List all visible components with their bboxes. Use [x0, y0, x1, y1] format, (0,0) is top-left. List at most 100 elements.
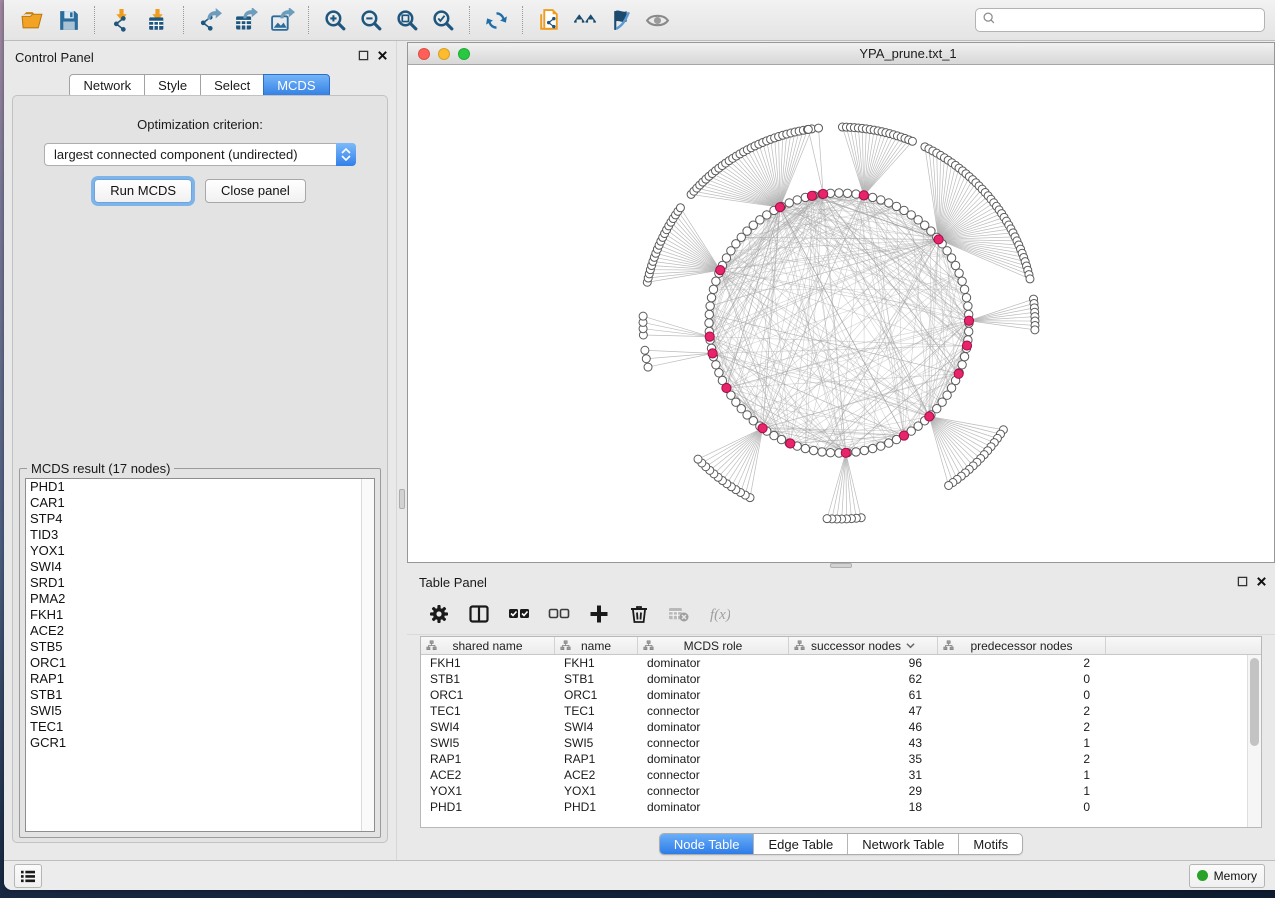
network-node[interactable] [712, 277, 720, 285]
zoom-selected-button[interactable] [425, 3, 461, 37]
mcds-node[interactable] [722, 383, 731, 392]
network-node[interactable] [868, 444, 876, 452]
window-minimize-icon[interactable] [438, 48, 450, 60]
cell-MCDS-role[interactable]: connector [638, 784, 789, 798]
network-node[interactable] [877, 196, 885, 204]
search-box[interactable] [975, 8, 1265, 32]
export-table-button[interactable] [228, 3, 264, 37]
new-network-from-selection-button[interactable] [531, 3, 567, 37]
mcds-list-scrollbar[interactable] [361, 479, 374, 831]
first-neighbors-button[interactable] [567, 3, 603, 37]
run-mcds-button[interactable]: Run MCDS [94, 179, 192, 203]
cell-name[interactable]: PHD1 [555, 800, 638, 814]
network-node[interactable] [951, 261, 959, 269]
mcds-node[interactable] [758, 424, 767, 433]
leaf-node[interactable] [945, 481, 953, 489]
cell-shared-name[interactable]: TEC1 [421, 704, 555, 718]
deselect-all-rows-button[interactable] [543, 599, 575, 629]
cell-predecessor-nodes[interactable]: 2 [938, 752, 1106, 766]
zoom-out-button[interactable] [353, 3, 389, 37]
zoom-in-button[interactable] [317, 3, 353, 37]
mcds-result-item[interactable]: RAP1 [26, 671, 374, 687]
table-row[interactable]: ACE2ACE2connector311 [421, 767, 1247, 783]
cell-successor-nodes[interactable]: 18 [789, 800, 938, 814]
mcds-node[interactable] [964, 316, 973, 325]
table-row[interactable]: RAP1RAP1dominator352 [421, 751, 1247, 767]
cell-MCDS-role[interactable]: dominator [638, 800, 789, 814]
cell-MCDS-role[interactable]: connector [638, 736, 789, 750]
network-canvas[interactable] [408, 65, 1274, 562]
table-settings-button[interactable] [423, 599, 455, 629]
choose-columns-button[interactable] [463, 599, 495, 629]
cell-shared-name[interactable]: SWI4 [421, 720, 555, 734]
mcds-node[interactable] [954, 369, 963, 378]
network-node[interactable] [958, 361, 966, 369]
column-header-MCDS-role[interactable]: MCDS role [638, 637, 789, 654]
vertical-splitter-handle[interactable] [399, 489, 405, 509]
cell-name[interactable]: SWI5 [555, 736, 638, 750]
cell-name[interactable]: TEC1 [555, 704, 638, 718]
table-scrollbar[interactable] [1247, 655, 1261, 827]
leaf-node[interactable] [815, 124, 823, 132]
cell-MCDS-role[interactable]: connector [638, 704, 789, 718]
table-row[interactable]: TEC1TEC1connector472 [421, 703, 1247, 719]
cell-name[interactable]: ORC1 [555, 688, 638, 702]
table-row[interactable]: SWI5SWI5connector431 [421, 735, 1247, 751]
cell-predecessor-nodes[interactable]: 2 [938, 656, 1106, 670]
network-node[interactable] [843, 189, 851, 197]
cell-predecessor-nodes[interactable]: 2 [938, 704, 1106, 718]
leaf-node[interactable] [676, 204, 684, 212]
float-table-panel-button[interactable] [1237, 574, 1248, 592]
delete-column-button[interactable] [623, 599, 655, 629]
cell-name[interactable]: ACE2 [555, 768, 638, 782]
open-session-button[interactable] [14, 3, 50, 37]
tab-motifs[interactable]: Motifs [958, 834, 1022, 854]
network-node[interactable] [955, 269, 963, 277]
window-close-icon[interactable] [418, 48, 430, 60]
cell-predecessor-nodes[interactable]: 0 [938, 672, 1106, 686]
cell-MCDS-role[interactable]: connector [638, 768, 789, 782]
cell-successor-nodes[interactable]: 31 [789, 768, 938, 782]
network-node[interactable] [709, 285, 717, 293]
tab-network-table[interactable]: Network Table [847, 834, 958, 854]
table-row[interactable]: YOX1YOX1connector291 [421, 783, 1247, 799]
search-input[interactable] [1000, 13, 1258, 27]
vertical-splitter[interactable] [396, 41, 407, 860]
panel-menu-button[interactable] [14, 864, 42, 888]
leaf-node[interactable] [641, 346, 649, 354]
network-node[interactable] [705, 310, 713, 318]
mcds-node[interactable] [819, 189, 828, 198]
network-node[interactable] [712, 361, 720, 369]
optimization-criterion-select[interactable]: largest connected component (undirected) [44, 143, 356, 166]
add-column-button[interactable] [583, 599, 615, 629]
memory-button[interactable]: Memory [1189, 864, 1265, 888]
mcds-result-item[interactable]: GCR1 [26, 735, 374, 751]
cell-shared-name[interactable]: STB1 [421, 672, 555, 686]
cell-MCDS-role[interactable]: dominator [638, 752, 789, 766]
cell-name[interactable]: YOX1 [555, 784, 638, 798]
mcds-result-item[interactable]: CAR1 [26, 495, 374, 511]
leaf-node[interactable] [639, 312, 647, 320]
cell-successor-nodes[interactable]: 29 [789, 784, 938, 798]
column-header-shared-name[interactable]: shared name [421, 637, 555, 654]
refresh-network-button[interactable] [478, 3, 514, 37]
mcds-result-item[interactable]: YOX1 [26, 543, 374, 559]
leaf-node[interactable] [1031, 326, 1039, 334]
mcds-result-item[interactable]: STP4 [26, 511, 374, 527]
tab-node-table[interactable]: Node Table [660, 834, 754, 854]
mcds-node[interactable] [716, 266, 725, 275]
network-node[interactable] [962, 293, 970, 301]
hide-graphics-details-button[interactable] [603, 3, 639, 37]
network-node[interactable] [860, 446, 868, 454]
cell-successor-nodes[interactable]: 62 [789, 672, 938, 686]
table-scrollbar-thumb[interactable] [1250, 658, 1259, 746]
network-node[interactable] [705, 319, 713, 327]
network-node[interactable] [960, 285, 968, 293]
network-node[interactable] [965, 327, 973, 335]
cell-MCDS-role[interactable]: dominator [638, 656, 789, 670]
mcds-node[interactable] [775, 203, 784, 212]
mcds-node[interactable] [841, 448, 850, 457]
leaf-node[interactable] [823, 515, 831, 523]
network-node[interactable] [706, 302, 714, 310]
mcds-node[interactable] [708, 349, 717, 358]
